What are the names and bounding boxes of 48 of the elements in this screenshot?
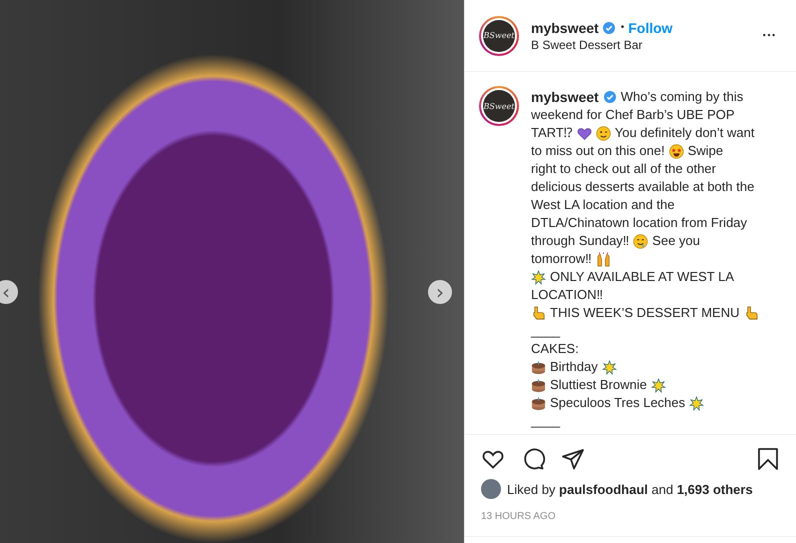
sparkle-star-icon: [531, 270, 546, 284]
username-link[interactable]: mybsweet: [531, 88, 599, 106]
separator-dot: •: [620, 22, 624, 33]
cake-icon: [531, 396, 546, 410]
caption-text: THIS WEEK’S DESSERT MENU: [550, 304, 740, 322]
raised-hands-icon: [596, 252, 611, 266]
caption-text: to miss out on this one!: [531, 142, 665, 160]
sparkle-star-icon: [689, 396, 704, 410]
caption-text: West LA location and the: [531, 196, 675, 214]
caption-text: Who’s coming by this: [620, 88, 744, 106]
likes-text[interactable]: Liked by paulsfoodhaul and 1,693 others: [507, 482, 753, 496]
caption-text: CAKES:: [531, 340, 579, 358]
pointing-hand-icon: [531, 306, 546, 320]
pointing-hand-icon: [744, 306, 758, 320]
location-link[interactable]: B Sweet Dessert Bar: [531, 38, 750, 52]
caption-text: See you: [652, 232, 700, 250]
previous-button[interactable]: ‹: [0, 280, 18, 304]
caption-text: ____: [531, 412, 560, 430]
caption-text: ONLY AVAILABLE AT WEST LA: [550, 268, 734, 286]
caption-text: LOCATION‼: [531, 286, 603, 304]
caption-text: weekend for Chef Barb’s UBE POP: [531, 106, 735, 124]
heart-emoji-icon: [576, 126, 592, 140]
cake-icon: [531, 378, 546, 392]
bookmark-icon[interactable]: [756, 447, 780, 471]
winking-face-icon: [596, 126, 611, 140]
smiling-face-icon: [633, 234, 648, 248]
caption-text: through Sunday‼: [531, 232, 630, 250]
share-paper-plane-icon[interactable]: [561, 447, 585, 471]
post-time: 13 HOURS AGO: [465, 501, 796, 537]
next-button[interactable]: ›: [428, 280, 452, 304]
sparkle-star-icon: [650, 378, 666, 392]
caption-text: TART⁉: [531, 124, 573, 142]
more-options-button[interactable]: •••: [762, 31, 776, 40]
caption-text: Birthday: [550, 358, 598, 376]
liker-avatar: [481, 479, 501, 499]
caption-text: DTLA/Chinatown location from Friday: [531, 214, 748, 232]
star-eyes-face-icon: [668, 144, 684, 158]
caption-text: right to check out all of the other: [531, 160, 716, 178]
sparkle-star-icon: [602, 360, 617, 374]
caption-text: Swipe: [688, 142, 724, 160]
caption-text: ____: [531, 322, 560, 340]
caption-text: delicious desserts available at both the: [531, 178, 754, 196]
caption-text: tomorrow‼: [531, 250, 592, 268]
caption-text: You definitely don’t want: [614, 124, 754, 142]
username-link[interactable]: mybsweet: [531, 20, 599, 36]
cake-icon: [531, 360, 546, 374]
caption-text: Speculoos Tres Leches: [550, 394, 686, 412]
caption-text: Sluttiest Brownie: [550, 376, 647, 394]
